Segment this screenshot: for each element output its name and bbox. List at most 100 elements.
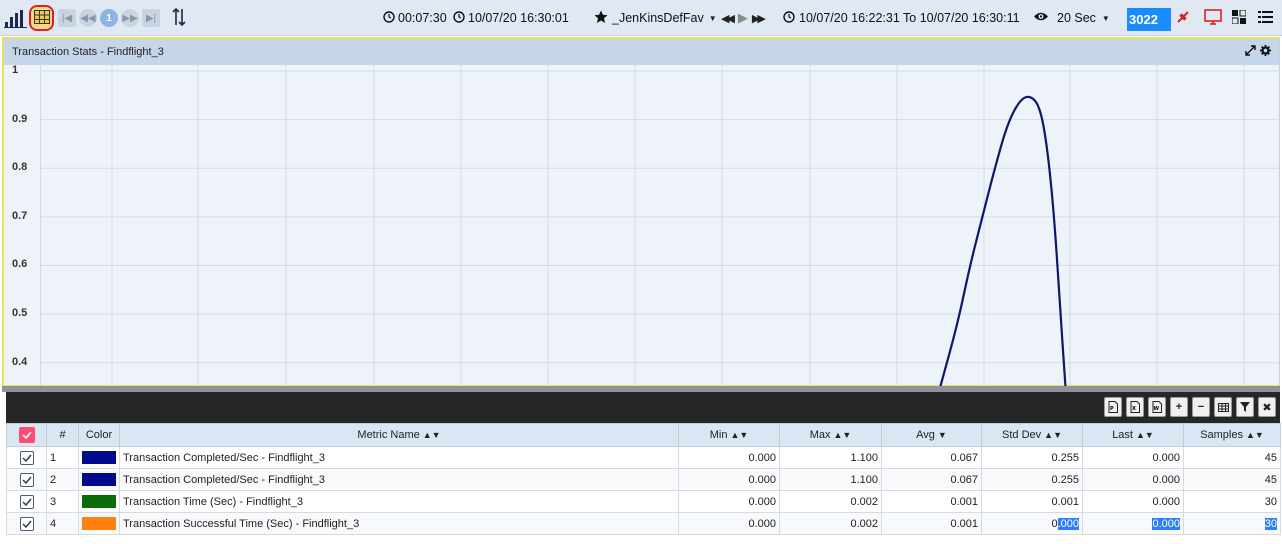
select-all-cell[interactable] <box>6 423 47 447</box>
page-number-badge[interactable]: 1 <box>100 9 118 27</box>
session-id-badge[interactable]: 3022 <box>1127 8 1171 31</box>
time-range[interactable]: 10/07/20 16:22:31 To 10/07/20 16:30:11 <box>799 11 1020 25</box>
row-std-dev: 0.000 <box>981 512 1083 535</box>
y-tick-label: 0.7 <box>12 209 28 222</box>
header-std-dev[interactable]: Std Dev ▲▼ <box>981 423 1083 447</box>
header-samples[interactable]: Samples ▲▼ <box>1183 423 1281 447</box>
row-avg: 0.001 <box>881 490 982 513</box>
row-color[interactable] <box>78 512 120 535</box>
table-row[interactable]: 4 Transaction Successful Time (Sec) - Fi… <box>6 512 1281 535</box>
color-swatch[interactable] <box>82 517 116 530</box>
monitor-icon[interactable] <box>1204 8 1222 28</box>
export-word-icon[interactable]: W <box>1148 397 1166 417</box>
gear-icon[interactable] <box>1260 45 1271 59</box>
row-samples: 45 <box>1183 468 1281 491</box>
table-row[interactable]: 2 Transaction Completed/Sec - Findflight… <box>6 468 1281 491</box>
row-checkbox[interactable] <box>19 472 34 487</box>
row-select-cell[interactable] <box>6 512 47 535</box>
previous-page-icon[interactable]: ◀◀ <box>79 9 97 27</box>
star-icon[interactable] <box>594 10 608 27</box>
close-icon[interactable]: ✖ <box>1258 397 1276 417</box>
color-swatch[interactable] <box>82 451 116 464</box>
table-icon[interactable] <box>1214 397 1232 417</box>
first-page-icon[interactable]: |◀ <box>58 9 76 27</box>
row-avg: 0.067 <box>881 468 982 491</box>
row-select-cell[interactable] <box>6 446 47 469</box>
header-last-label: Last <box>1112 429 1133 441</box>
row-last: 0.000 <box>1082 490 1184 513</box>
last-page-icon[interactable]: ▶| <box>142 9 160 27</box>
layout-icon[interactable] <box>1231 9 1247 27</box>
row-color[interactable] <box>78 446 120 469</box>
row-metric-name: Transaction Successful Time (Sec) - Find… <box>119 512 679 535</box>
rewind-icon[interactable]: ◀◀ <box>721 12 735 25</box>
panel-header: Transaction Stats - Findflight_3 <box>4 39 1279 65</box>
add-icon[interactable]: + <box>1170 397 1188 417</box>
row-checkbox[interactable] <box>19 450 34 465</box>
header-max-label: Max <box>809 429 831 441</box>
header-last[interactable]: Last ▲▼ <box>1082 423 1184 447</box>
row-checkbox[interactable] <box>19 516 34 531</box>
row-avg: 0.067 <box>881 446 982 469</box>
export-excel-icon[interactable]: X <box>1126 397 1144 417</box>
grid-view-button[interactable] <box>29 5 54 31</box>
row-avg: 0.001 <box>881 512 982 535</box>
row-max: 0.002 <box>779 512 882 535</box>
chevron-down-icon[interactable]: ▼ <box>709 14 717 23</box>
chart-area: 1 0.9 0.8 0.7 0.6 0.5 0.4 <box>4 64 1280 387</box>
fast-forward-icon[interactable]: ▶▶ <box>752 12 766 25</box>
sort-icon: ▲▼ <box>1245 430 1264 440</box>
row-metric-name: Transaction Time (Sec) - Findflight_3 <box>119 490 679 513</box>
sort-arrows-icon[interactable] <box>172 7 186 29</box>
row-checkbox[interactable] <box>19 494 34 509</box>
menu-list-icon[interactable] <box>1258 10 1273 26</box>
sort-icon: ▲▼ <box>422 430 441 440</box>
header-max[interactable]: Max ▲▼ <box>779 423 882 447</box>
expand-icon[interactable] <box>1245 45 1256 59</box>
row-metric-name: Transaction Completed/Sec - Findflight_3 <box>119 446 679 469</box>
panel-title: Transaction Stats - Findflight_3 <box>12 46 164 58</box>
table-header-row: # Color Metric Name ▲▼ Min ▲▼ Max ▲▼ Avg ▼ S… <box>6 423 1281 447</box>
row-std-dev: 0.001 <box>981 490 1083 513</box>
row-min: 0.000 <box>678 490 780 513</box>
row-min: 0.000 <box>678 468 780 491</box>
select-all-checkbox[interactable] <box>18 427 35 443</box>
row-num: 2 <box>46 468 79 491</box>
row-color[interactable] <box>78 490 120 513</box>
y-tick-label: 0.6 <box>12 258 28 271</box>
row-select-cell[interactable] <box>6 490 47 513</box>
header-min[interactable]: Min ▲▼ <box>678 423 780 447</box>
color-swatch[interactable] <box>82 473 116 486</box>
std-dev-selected-text: .000 <box>1057 517 1079 530</box>
header-num: # <box>46 423 79 447</box>
elapsed-time: 00:07:30 <box>398 11 447 25</box>
color-swatch[interactable] <box>82 495 116 508</box>
sort-icon: ▲▼ <box>833 430 852 440</box>
next-page-icon[interactable]: ▶▶ <box>121 9 139 27</box>
header-avg[interactable]: Avg ▼ <box>881 423 982 447</box>
filter-icon[interactable] <box>1236 397 1254 417</box>
row-samples: 30 <box>1183 490 1281 513</box>
header-metric-name[interactable]: Metric Name ▲▼ <box>119 423 679 447</box>
row-min: 0.000 <box>678 446 780 469</box>
disconnect-icon[interactable] <box>1176 10 1190 27</box>
interval-select[interactable]: 20 Sec <box>1057 11 1096 25</box>
header-metric-label: Metric Name <box>357 429 420 441</box>
table-row[interactable]: 3 Transaction Time (Sec) - Findflight_3 … <box>6 490 1281 513</box>
line-chart <box>40 65 1280 387</box>
table-row[interactable]: 1 Transaction Completed/Sec - Findflight… <box>6 446 1281 469</box>
header-min-label: Min <box>709 429 728 441</box>
export-pdf-icon[interactable]: P <box>1104 397 1122 417</box>
sort-icon: ▲▼ <box>730 430 749 440</box>
play-icon[interactable]: ▶ <box>738 10 748 26</box>
bar-chart-icon[interactable] <box>4 8 28 28</box>
remove-icon[interactable]: − <box>1192 397 1210 417</box>
row-select-cell[interactable] <box>6 468 47 491</box>
favorite-name[interactable]: _JenKinsDefFav <box>612 11 704 25</box>
std-dev-prefix: 0 <box>1051 517 1058 530</box>
header-std-label: Std Dev <box>1002 429 1042 441</box>
samples-selected-text: 30 <box>1264 517 1277 530</box>
row-color[interactable] <box>78 468 120 491</box>
chevron-down-icon[interactable]: ▼ <box>1102 14 1110 23</box>
metrics-table: # Color Metric Name ▲▼ Min ▲▼ Max ▲▼ Avg ▼ S… <box>6 423 1281 535</box>
